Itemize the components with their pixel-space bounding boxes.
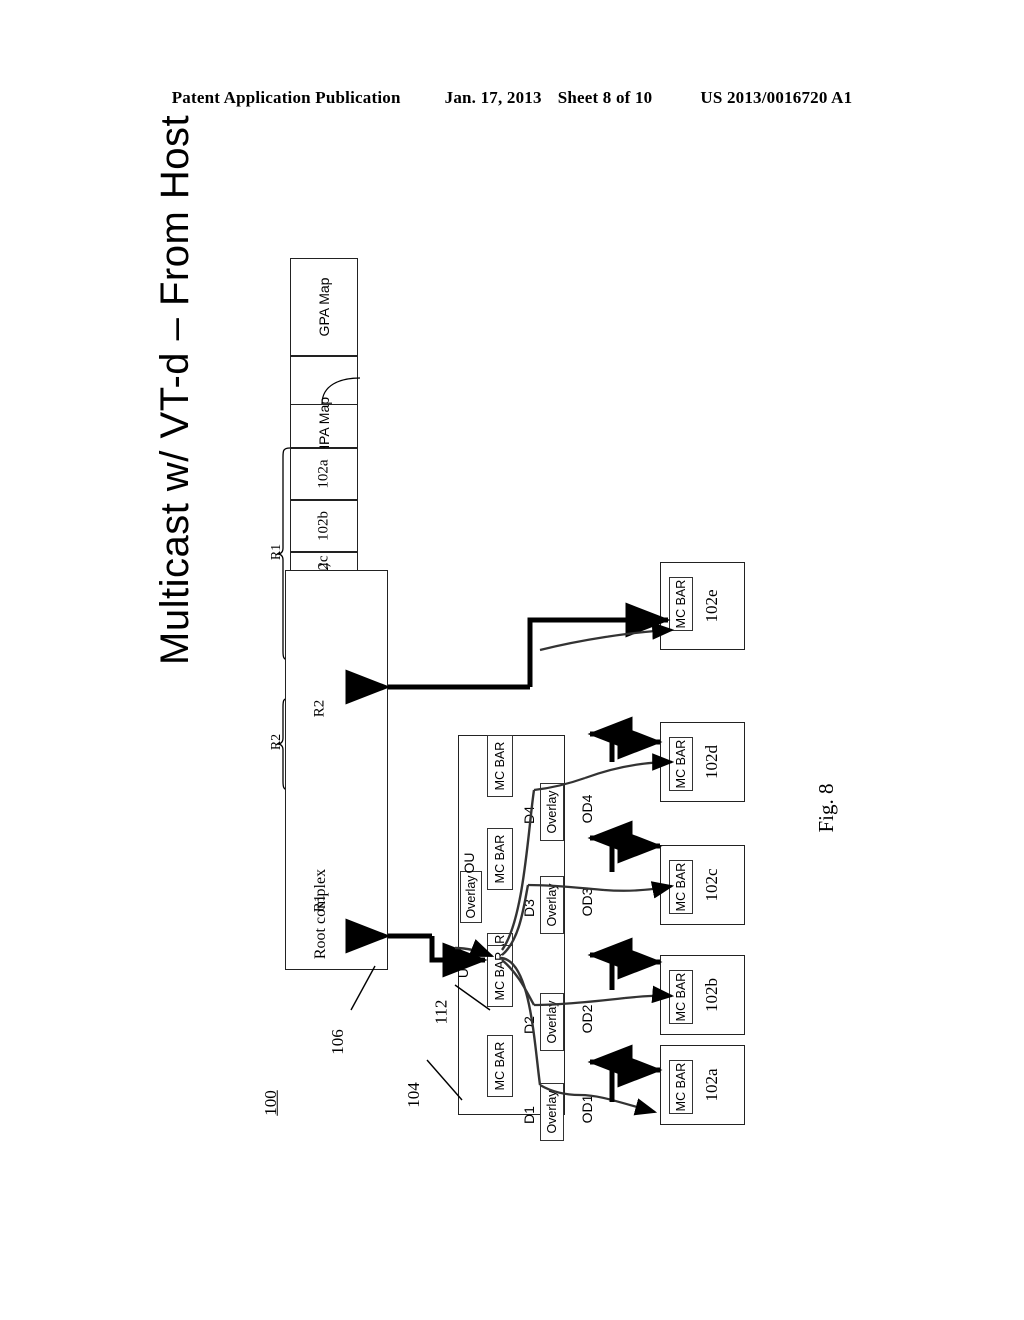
endpoint-102a: MC BAR 102a <box>660 1045 745 1125</box>
endpoint-name-102a: 102a <box>702 1068 722 1102</box>
downstream-mcbar-label: MC BAR <box>493 834 507 884</box>
downstream-mcbar-d3: MC BAR <box>487 828 513 890</box>
upstream-port-label: U <box>455 967 471 979</box>
endpoint-102d: MC BAR 102d <box>660 722 745 802</box>
endpoint-mcbar-label: MC BAR <box>674 862 688 912</box>
downstream-port-label-d2: D2 <box>521 1016 537 1034</box>
endpoint-name-102e: 102e <box>702 589 722 623</box>
downstream-mcbar-label: MC BAR <box>493 951 507 1001</box>
endpoint-102b: MC BAR 102b <box>660 955 745 1035</box>
downstream-overlay-od3: Overlay <box>540 876 564 934</box>
downstream-overlay-label: Overlay <box>545 883 559 927</box>
upstream-overlay-name: OU <box>461 852 477 874</box>
downstream-overlay-label: Overlay <box>545 790 559 834</box>
downstream-mcbar-d2: MC BAR <box>487 945 513 1007</box>
hpa-brace-label-r1: R1 <box>269 543 284 561</box>
downstream-overlay-name-od4: OD4 <box>579 794 595 824</box>
endpoint-mcbar-label: MC BAR <box>674 579 688 629</box>
downstream-port-label-d1: D1 <box>521 1106 537 1124</box>
endpoint-mcbar-102d: MC BAR <box>669 737 693 791</box>
downstream-mcbar-label: MC BAR <box>493 1041 507 1091</box>
downstream-overlay-od4: Overlay <box>540 783 564 841</box>
downstream-overlay-name-od1: OD1 <box>579 1094 595 1124</box>
downstream-mcbar-d4: MC BAR <box>487 735 513 797</box>
endpoint-mcbar-102b: MC BAR <box>669 970 693 1024</box>
downstream-overlay-label: Overlay <box>545 1000 559 1044</box>
endpoint-name-102b: 102b <box>702 978 722 1012</box>
endpoint-mcbar-102c: MC BAR <box>669 860 693 914</box>
downstream-mcbar-label: MC BAR <box>493 741 507 791</box>
downstream-overlay-od2: Overlay <box>540 993 564 1051</box>
upstream-overlay-label: Overlay <box>464 875 478 919</box>
endpoint-mcbar-label: MC BAR <box>674 972 688 1022</box>
downstream-port-label-d3: D3 <box>521 899 537 917</box>
root-complex-region-r1: R1 <box>311 894 328 913</box>
root-complex-box <box>285 570 388 970</box>
endpoint-mcbar-label: MC BAR <box>674 1062 688 1112</box>
downstream-overlay-name-od2: OD2 <box>579 1004 595 1034</box>
endpoint-name-102d: 102d <box>702 745 722 779</box>
endpoint-mcbar-label: MC BAR <box>674 739 688 789</box>
downstream-overlay-name-od3: OD3 <box>579 887 595 917</box>
endpoint-102e: MC BAR 102e <box>660 562 745 650</box>
downstream-overlay-od1: Overlay <box>540 1083 564 1141</box>
hpa-brace-label-r2: R2 <box>269 733 284 751</box>
endpoint-mcbar-102e: MC BAR <box>669 577 693 631</box>
downstream-overlay-label: Overlay <box>545 1090 559 1134</box>
endpoint-name-102c: 102c <box>702 868 722 902</box>
endpoint-102c: MC BAR 102c <box>660 845 745 925</box>
endpoint-mcbar-102a: MC BAR <box>669 1060 693 1114</box>
hpa-brace-group <box>276 447 291 791</box>
downstream-mcbar-d1: MC BAR <box>487 1035 513 1097</box>
root-complex-region-r2: R2 <box>311 699 328 718</box>
downstream-port-label-d4: D4 <box>521 806 537 824</box>
